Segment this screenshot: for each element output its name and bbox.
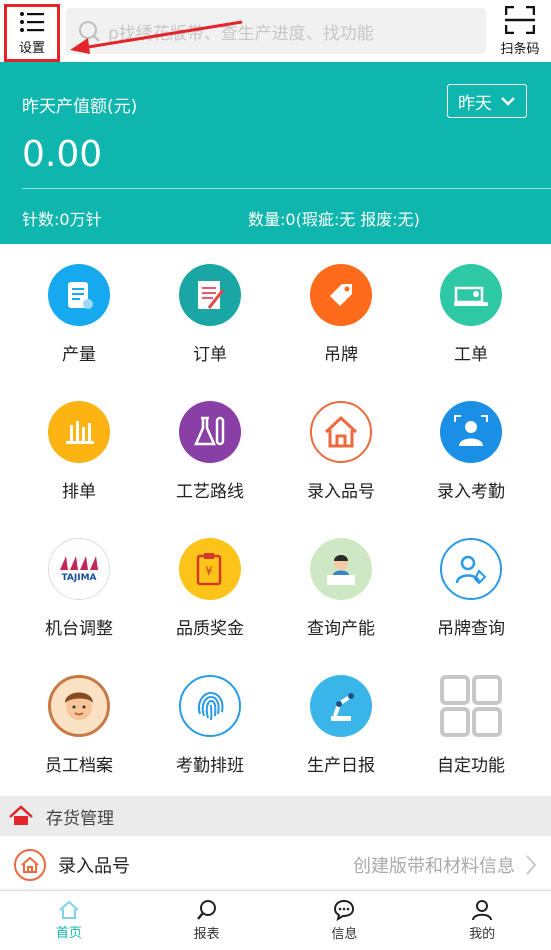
section-header-inventory: 存货管理 <box>0 796 551 836</box>
nav-label: 我的 <box>469 927 496 942</box>
list-item-description: 创建版带和材料信息 <box>353 855 515 877</box>
message-icon <box>334 899 355 921</box>
grid-item-production[interactable]: 产量 <box>14 244 144 381</box>
section-title: 存货管理 <box>46 808 114 829</box>
grid-item-label: 机台调整 <box>45 619 113 639</box>
tajima-text: TAJIMA <box>61 573 96 583</box>
list-item-enter-item-no[interactable]: 录入品号 创建版带和材料信息 <box>0 840 551 890</box>
grid-item-attendance-shift[interactable]: 考勤排班 <box>145 655 275 792</box>
banner-title: 昨天产值额(元) <box>22 97 138 117</box>
chevron-right-icon <box>526 855 537 875</box>
attendance-icon <box>440 401 502 463</box>
capacity-query-icon <box>310 538 372 600</box>
tag-search-icon <box>440 538 502 600</box>
settings-button[interactable]: 设置 <box>4 4 60 62</box>
house-icon <box>310 401 372 463</box>
banner-divider <box>22 188 551 189</box>
menu-list-icon <box>20 11 44 32</box>
grid-item-label: 生产日报 <box>307 756 375 776</box>
grid-item-label: 产量 <box>62 345 96 365</box>
scan-label: 扫条码 <box>500 42 540 57</box>
grid-item-label: 排单 <box>62 482 96 502</box>
process-route-icon <box>179 401 241 463</box>
grid-item-order[interactable]: 订单 <box>145 244 275 381</box>
output-summary-banner: 昨天产值额(元) 昨天 0.00 针数:0万针 数量:0(瑕疵:无 报废:无) <box>0 62 551 244</box>
grid-item-process-route[interactable]: 工艺路线 <box>145 381 275 518</box>
svg-text:¥: ¥ <box>205 564 213 578</box>
grid-item-label: 员工档案 <box>45 756 113 776</box>
grid-item-label: 查询产能 <box>307 619 375 639</box>
grid-item-label: 工单 <box>454 345 488 365</box>
quality-bonus-icon: ¥ <box>179 538 241 600</box>
nav-message[interactable]: 信息 <box>276 891 414 950</box>
day-selector-label: 昨天 <box>458 93 492 114</box>
nav-report[interactable]: 报表 <box>138 891 276 950</box>
grid-item-schedule[interactable]: 排单 <box>14 381 144 518</box>
grid-item-tag[interactable]: 吊牌 <box>276 244 406 381</box>
nav-label: 信息 <box>331 927 358 942</box>
nav-label: 报表 <box>193 927 220 942</box>
day-selector[interactable]: 昨天 <box>447 84 527 118</box>
list-item-title: 录入品号 <box>58 855 130 877</box>
grid-item-daily-report[interactable]: 生产日报 <box>276 655 406 792</box>
user-icon <box>472 900 493 921</box>
fingerprint-icon <box>179 675 241 737</box>
home-icon <box>59 900 79 919</box>
tag-icon <box>310 264 372 326</box>
grid-item-label: 工艺路线 <box>176 482 244 502</box>
output-value: 0.00 <box>22 134 103 175</box>
annotation-arrow <box>70 20 243 54</box>
function-grid: 产量 订单 吊牌 工单 排单 工艺路线 录入品号 录入考勤 TAJIMA 机台调… <box>0 244 551 794</box>
home-red-icon <box>9 805 33 825</box>
sewing-machine-icon <box>440 264 502 326</box>
grid-item-label: 订单 <box>193 345 227 365</box>
stitch-count: 针数:0万针 <box>22 210 102 229</box>
settings-label: 设置 <box>18 40 45 56</box>
grid-item-workorder[interactable]: 工单 <box>406 244 536 381</box>
nav-label: 首页 <box>55 926 82 941</box>
nav-home[interactable]: 首页 <box>0 891 138 950</box>
grid-item-tag-query[interactable]: 吊牌查询 <box>406 518 536 655</box>
grid-item-quality-bonus[interactable]: ¥ 品质奖金 <box>145 518 275 655</box>
quantity-summary: 数量:0(瑕疵:无 报废:无) <box>248 210 420 229</box>
top-bar: 设置 p找绣花版带、查生产进度、找功能 扫条码 <box>0 0 551 62</box>
grid-item-machine-adjust[interactable]: TAJIMA 机台调整 <box>14 518 144 655</box>
nav-mine[interactable]: 我的 <box>413 891 551 950</box>
order-icon <box>179 264 241 326</box>
custom-grid-icon <box>440 675 502 737</box>
robot-arm-icon <box>310 675 372 737</box>
tajima-machine-icon: TAJIMA <box>48 538 110 600</box>
scan-icon <box>505 6 535 34</box>
grid-item-label: 考勤排班 <box>176 756 244 776</box>
scan-barcode-button[interactable]: 扫条码 <box>494 6 546 58</box>
grid-item-label: 自定功能 <box>437 756 505 776</box>
search-report-icon <box>196 900 216 920</box>
production-icon <box>48 264 110 326</box>
grid-item-enter-attendance[interactable]: 录入考勤 <box>406 381 536 518</box>
grid-item-label: 吊牌查询 <box>437 619 505 639</box>
grid-item-enter-item-no[interactable]: 录入品号 <box>276 381 406 518</box>
grid-item-custom-function[interactable]: 自定功能 <box>406 655 536 792</box>
grid-item-label: 品质奖金 <box>176 619 244 639</box>
schedule-icon <box>48 401 110 463</box>
grid-item-capacity-query[interactable]: 查询产能 <box>276 518 406 655</box>
grid-item-label: 录入考勤 <box>437 482 505 502</box>
grid-item-label: 吊牌 <box>324 345 358 365</box>
house-small-icon <box>14 848 46 881</box>
employee-avatar-icon <box>48 675 110 737</box>
chevron-down-icon <box>501 97 515 106</box>
grid-item-employee-file[interactable]: 员工档案 <box>14 655 144 792</box>
grid-item-label: 录入品号 <box>307 482 375 502</box>
bottom-nav: 首页 报表 信息 我的 <box>0 890 551 950</box>
